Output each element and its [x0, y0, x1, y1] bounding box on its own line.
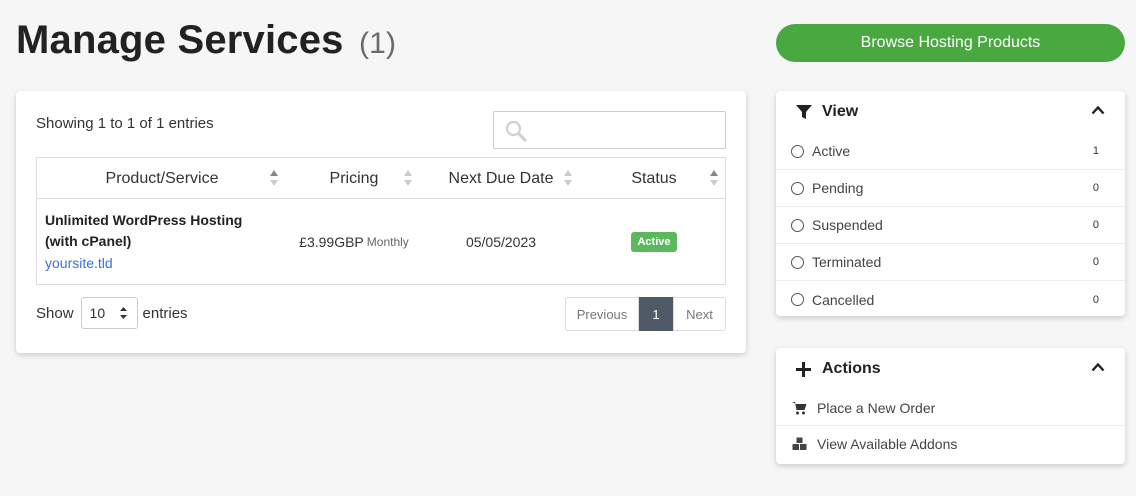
entries-label: entries — [142, 304, 188, 322]
chevron-up-icon[interactable] — [1091, 105, 1105, 115]
action-place-new-order[interactable]: Place a New Order — [776, 390, 1125, 426]
product-domain-link[interactable]: yoursite.tld — [45, 253, 113, 274]
sort-icon — [710, 170, 718, 186]
filter-count: 0 — [1092, 256, 1099, 268]
filter-item-pending[interactable]: Pending 0 — [776, 170, 1125, 207]
radio-icon — [791, 218, 804, 232]
chevron-up-icon[interactable] — [1091, 362, 1105, 372]
pagination-next[interactable]: Next — [673, 297, 726, 331]
show-label: Show — [36, 304, 74, 322]
actions-panel-title: Actions — [822, 360, 881, 377]
sort-asc-icon — [270, 170, 278, 186]
search-icon — [505, 120, 527, 142]
pagination-previous[interactable]: Previous — [565, 297, 639, 331]
column-header-label: Product/Service — [105, 169, 219, 187]
price-value: £3.99GBP — [299, 234, 364, 250]
radio-icon — [791, 144, 804, 158]
actions-list: Place a New Order View Available Addons — [776, 390, 1125, 462]
radio-icon — [791, 181, 804, 195]
page-size-control: Show 10 entries — [36, 297, 188, 329]
filter-label: Active — [812, 143, 851, 159]
table-row[interactable]: Unlimited WordPress Hosting (with cPanel… — [37, 199, 725, 285]
services-table-card: Showing 1 to 1 of 1 entries Product/Serv… — [16, 91, 746, 353]
filter-item-terminated[interactable]: Terminated 0 — [776, 244, 1125, 281]
search-box[interactable] — [493, 111, 726, 149]
pricing-cell: £3.99GBP Monthly — [287, 199, 421, 285]
actions-panel: Actions Place a New Order View Available… — [776, 348, 1125, 464]
cubes-icon — [792, 437, 808, 451]
filter-count: 1 — [1092, 145, 1099, 157]
page-title: Manage Services (1) — [16, 18, 396, 63]
service-count: (1) — [358, 27, 397, 60]
action-label: View Available Addons — [817, 436, 958, 452]
column-header-pricing[interactable]: Pricing — [287, 158, 421, 199]
column-header-next-due-date[interactable]: Next Due Date — [421, 158, 581, 199]
plus-icon — [796, 361, 814, 377]
pagination-page-1[interactable]: 1 — [639, 297, 673, 331]
actions-panel-header[interactable]: Actions — [776, 348, 1125, 390]
due-date-cell: 05/05/2023 — [465, 234, 537, 250]
status-badge: Active — [631, 232, 677, 252]
filter-item-cancelled[interactable]: Cancelled 0 — [776, 281, 1125, 318]
search-input[interactable] — [534, 118, 714, 142]
filter-label: Suspended — [812, 217, 883, 233]
column-header-product[interactable]: Product/Service — [37, 158, 287, 199]
page-title-text: Manage Services — [16, 18, 344, 62]
radio-icon — [791, 293, 804, 306]
action-view-addons[interactable]: View Available Addons — [776, 426, 1125, 462]
view-panel-title: View — [822, 103, 859, 120]
filter-label: Terminated — [812, 254, 882, 270]
filter-item-active[interactable]: Active 1 — [776, 133, 1125, 170]
showing-entries-text: Showing 1 to 1 of 1 entries — [36, 115, 214, 132]
filter-count: 0 — [1092, 293, 1099, 306]
select-arrows-icon — [119, 307, 127, 319]
services-table: Product/Service Pricing Next Due Date St… — [36, 157, 726, 285]
sort-icon — [564, 170, 572, 186]
status-cell: Active — [581, 199, 727, 285]
billing-cycle: Monthly — [366, 235, 409, 249]
table-header: Product/Service Pricing Next Due Date St… — [37, 158, 725, 199]
product-name-line1: Unlimited WordPress Hosting — [45, 212, 243, 228]
view-filter-list: Active 1 Pending 0 Suspended 0 Terminate… — [776, 133, 1125, 318]
column-header-status[interactable]: Status — [581, 158, 727, 199]
browse-hosting-products-button[interactable]: Browse Hosting Products — [776, 24, 1125, 62]
sort-icon — [404, 170, 412, 186]
column-header-label: Pricing — [329, 169, 379, 187]
filter-count: 0 — [1092, 182, 1099, 194]
view-panel-header[interactable]: View — [776, 91, 1125, 133]
radio-icon — [791, 255, 804, 269]
page-size-value: 10 — [89, 305, 106, 321]
pagination: Previous 1 Next — [565, 297, 726, 331]
filter-label: Cancelled — [812, 291, 875, 308]
filter-count: 0 — [1092, 219, 1099, 231]
product-name-line2: (with cPanel) — [45, 233, 132, 249]
view-filter-panel: View Active 1 Pending 0 Suspended 0 Term… — [776, 91, 1125, 316]
cart-icon — [792, 401, 808, 415]
page-size-select[interactable]: 10 — [80, 297, 138, 329]
product-cell: Unlimited WordPress Hosting (with cPanel… — [45, 199, 285, 285]
action-label: Place a New Order — [817, 399, 936, 416]
column-header-label: Status — [631, 169, 677, 187]
column-header-label: Next Due Date — [448, 169, 554, 187]
filter-icon — [796, 104, 814, 120]
filter-item-suspended[interactable]: Suspended 0 — [776, 207, 1125, 244]
filter-label: Pending — [812, 180, 864, 196]
